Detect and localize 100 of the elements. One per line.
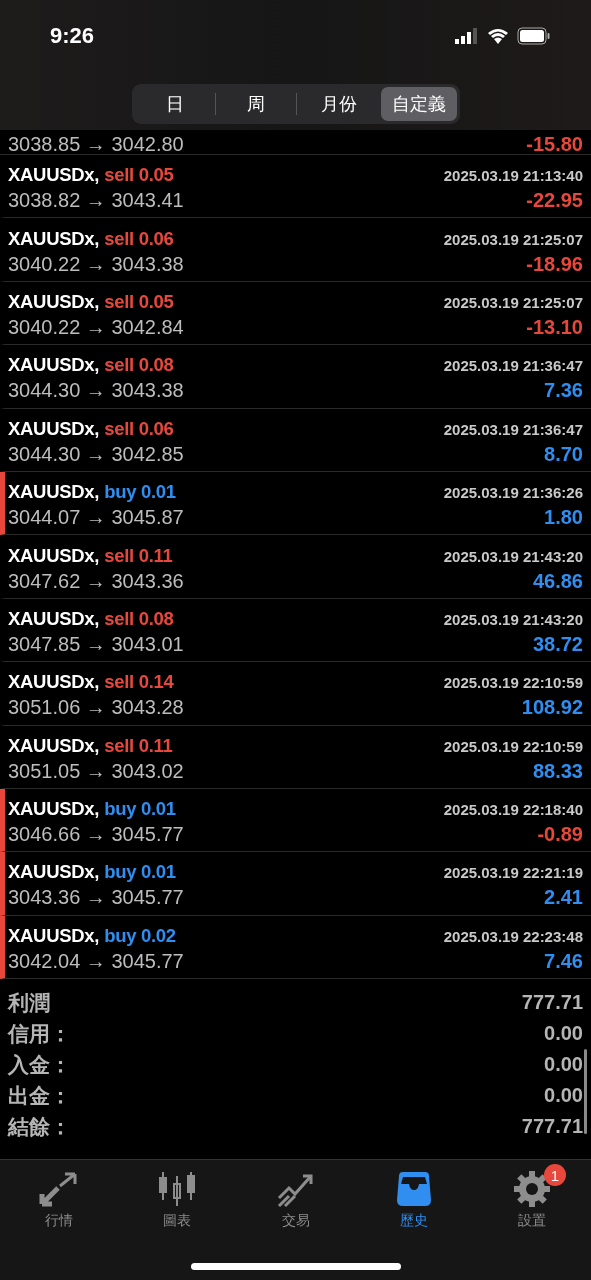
summary-value: 0.00 [544,1084,583,1107]
order-type: sell 0.11 [104,544,173,567]
deal-row[interactable]: XAUUSDx, sell 0.08 2025.03.19 21:43:20 3047.85 → 3043.01 38.72 [0,598,591,663]
period-tab[interactable]: 周 [215,87,296,121]
profit: 108.92 [521,696,583,720]
summary-label: 入金： [8,1051,71,1078]
deal-time: 2025.03.19 21:25:07 [443,293,583,311]
tab-bar-item[interactable]: 交易 [236,1162,355,1230]
profit: 1.80 [544,506,583,530]
deal-row[interactable]: XAUUSDx, sell 0.11 2025.03.19 22:10:59 3051.05 → 3043.02 88.33 [0,725,591,789]
status-time: 9:26 [50,23,95,49]
tab-bar-item[interactable]: 圖表 [118,1162,237,1230]
symbol: XAUUSDx, [8,671,100,694]
summary-label: 出金： [8,1082,71,1109]
profit: 7.46 [544,949,583,973]
deal-time: 2025.03.19 22:18:40 [443,801,583,819]
deal-time: 2025.03.19 21:43:20 [443,610,583,628]
deal-time: 2025.03.19 21:43:20 [443,547,583,565]
symbol: XAUUSDx, [8,290,100,313]
deal-row[interactable]: XAUUSDx, sell 0.06 2025.03.19 21:25:07 3040.22 → 3043.38 -18.96 [0,218,591,282]
deal-row[interactable]: XAUUSDx, buy 0.01 2025.03.19 22:21:19 3043.36 → 3045.77 2.41 [0,852,591,916]
deal-time: 2025.03.19 22:23:48 [443,927,583,945]
deal-time: 2025.03.19 21:25:07 [443,230,583,248]
period-tab[interactable]: 自定義 [380,87,457,121]
deal-row[interactable]: XAUUSDx, sell 0.05 2025.03.19 21:13:40 3038.82 → 3043.41 -22.95 [0,155,591,219]
price-range: 3038.82 → 3043.41 [8,189,184,213]
deal-row[interactable]: XAUUSDx, sell 0.05 2025.03.19 21:25:07 3040.22 → 3042.84 -13.10 [0,281,591,346]
symbol: XAUUSDx, [8,861,100,884]
profit: -0.89 [537,823,583,847]
price-range: 3040.22 → 3042.84 [8,315,184,339]
profit: 2.41 [544,886,583,910]
deal-time: 2025.03.19 21:13:40 [443,167,583,185]
deal-row[interactable]: XAUUSDx, buy 0.01 2025.03.19 22:18:40 3046.66 → 3045.77 -0.89 [0,788,591,853]
symbol: XAUUSDx, [8,354,100,377]
summary-label: 信用： [8,1020,71,1047]
deal-row[interactable]: XAUUSDx, sell 0.08 2025.03.19 21:36:47 3044.30 → 3043.38 7.36 [0,345,591,409]
summary-label: 利潤 [8,989,50,1016]
period-tab[interactable]: 月份 [296,87,381,121]
symbol: XAUUSDx, [8,417,100,440]
symbol: XAUUSDx, [8,924,100,947]
order-type: buy 0.01 [104,861,176,884]
order-type: buy 0.02 [104,924,176,947]
deal-time: 2025.03.19 22:10:59 [443,674,583,692]
price-range: 3040.22 → 3043.38 [8,252,184,276]
wifi-icon [487,28,509,44]
order-type: sell 0.05 [104,164,174,187]
symbol: XAUUSDx, [8,607,100,630]
summary-value: 777.71 [521,1115,583,1138]
price-range: 3046.66 → 3045.77 [8,823,184,847]
symbol: XAUUSDx, [8,734,100,757]
deal-time: 2025.03.19 21:36:47 [443,357,583,375]
profit: 88.33 [532,759,583,783]
profit: -18.96 [526,252,583,276]
deal-row[interactable]: XAUUSDx, sell 0.06 2025.03.19 21:36:47 3044.30 → 3042.85 8.70 [0,408,591,472]
profit: 46.86 [532,569,583,593]
battery-icon [517,27,551,45]
symbol: XAUUSDx, [8,798,100,821]
profit: -22.95 [526,189,583,213]
price-range: 3051.06 → 3043.28 [8,696,184,720]
symbol: XAUUSDx, [8,481,100,504]
price-range: 3038.85 → 3042.80 [8,133,184,154]
price-range: 3044.30 → 3043.38 [8,379,184,403]
order-type: sell 0.11 [104,734,173,757]
price-range: 3044.30 → 3042.85 [8,442,184,466]
notification-badge: 1 [543,1164,566,1186]
tab-bar-item[interactable]: 歷史 [354,1162,473,1230]
profit: -15.80 [526,133,583,154]
deal-time: 2025.03.19 21:36:26 [443,484,583,502]
price-range: 3044.07 → 3045.87 [8,506,184,530]
price-range: 3043.36 → 3045.77 [8,886,184,910]
signal-icon [455,28,479,44]
tab-bar-item[interactable]: 行情 [0,1162,119,1230]
order-type: sell 0.14 [104,671,174,694]
deal-time: 2025.03.19 22:10:59 [443,737,583,755]
symbol: XAUUSDx, [8,164,100,187]
deal-row[interactable]: XAUUSDx, sell 0.14 2025.03.19 22:10:59 3051.06 → 3043.28 108.92 [0,662,591,726]
order-type: buy 0.01 [104,798,176,821]
profit: 7.36 [544,379,583,403]
summary-value: 777.71 [521,991,583,1014]
symbol: XAUUSDx, [8,227,100,250]
summary-value: 0.00 [544,1053,583,1076]
order-type: sell 0.06 [104,227,174,250]
order-type: sell 0.08 [104,354,174,377]
order-type: sell 0.08 [104,607,174,630]
tab-bar-item[interactable]: 設置 1 [472,1162,591,1230]
profit: -13.10 [526,315,583,339]
price-range: 3051.05 → 3043.02 [8,759,184,783]
deal-time: 2025.03.19 22:21:19 [443,864,583,882]
period-tab[interactable]: 日 [134,87,215,121]
deal-row[interactable]: XAUUSDx, buy 0.01 2025.03.19 21:36:26 3044.07 → 3045.87 1.80 [0,471,591,536]
price-range: 3047.85 → 3043.01 [8,632,184,656]
price-range: 3042.04 → 3045.77 [8,949,184,973]
deal-row[interactable]: XAUUSDx, buy 0.02 2025.03.19 22:23:48 3042.04 → 3045.77 7.46 [0,915,591,980]
order-type: buy 0.01 [104,481,176,504]
price-range: 3047.62 → 3043.36 [8,569,184,593]
symbol: XAUUSDx, [8,544,100,567]
summary-value: 0.00 [544,1022,583,1045]
profit: 38.72 [532,632,583,656]
deal-row[interactable]: XAUUSDx, sell 0.11 2025.03.19 21:43:20 3047.62 → 3043.36 46.86 [0,535,591,599]
profit: 8.70 [544,442,583,466]
